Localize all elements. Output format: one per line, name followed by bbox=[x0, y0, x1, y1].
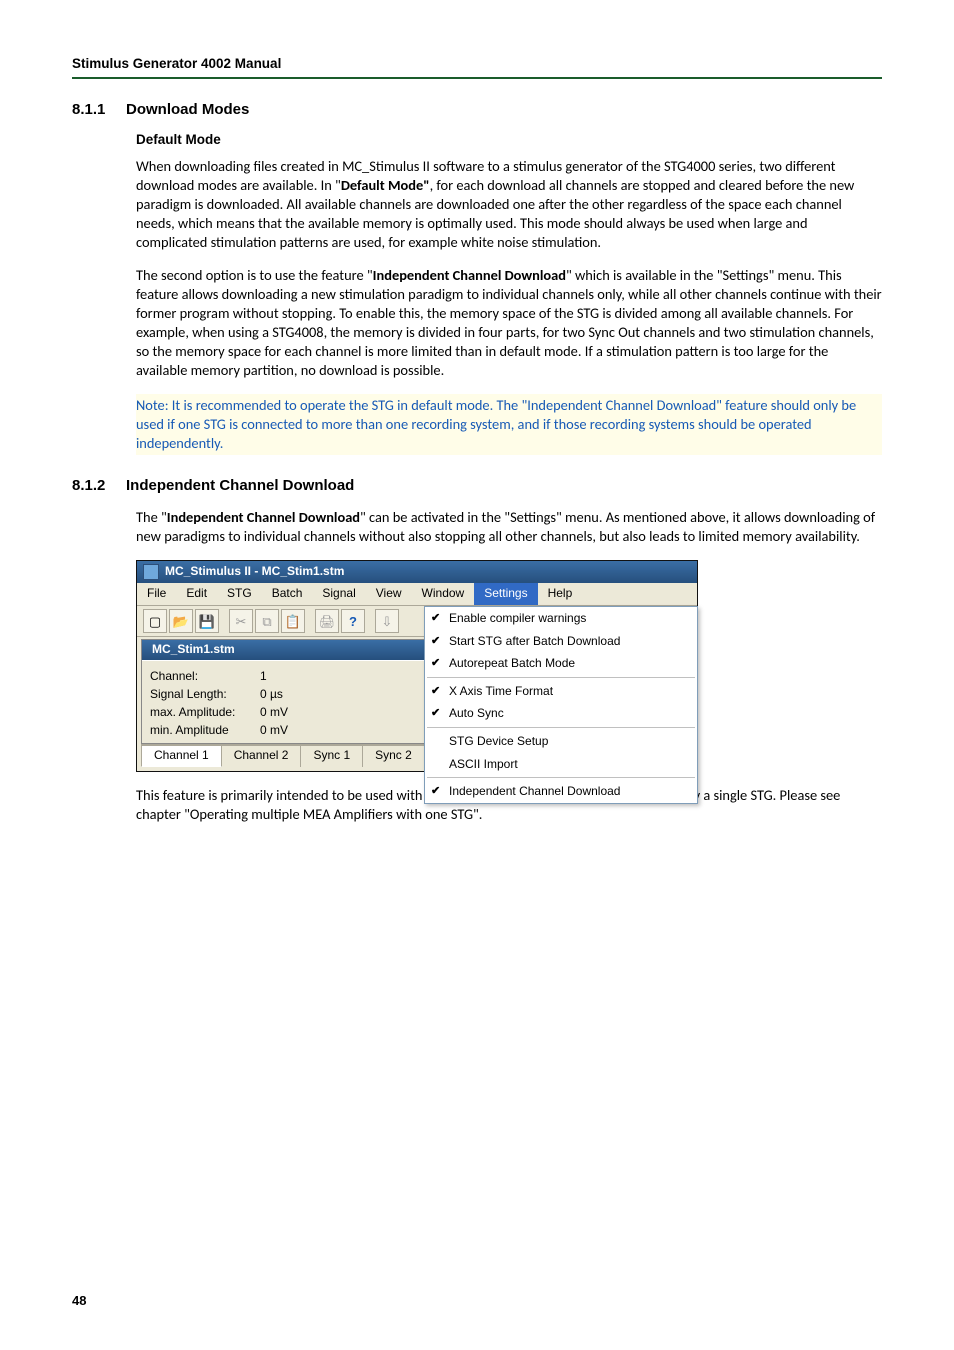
page-number: 48 bbox=[72, 1293, 86, 1308]
settings-dropdown: ✔ Enable compiler warnings ✔ Start STG a… bbox=[424, 606, 698, 804]
menu-signal[interactable]: Signal bbox=[312, 583, 365, 605]
menuitem-label: STG Device Setup bbox=[449, 732, 548, 751]
subheading-default-mode: Default Mode bbox=[136, 132, 882, 147]
label-channel: Channel: bbox=[150, 667, 250, 685]
menuitem-label: Start STG after Batch Download bbox=[449, 632, 620, 651]
menuitem-auto-sync[interactable]: ✔ Auto Sync bbox=[425, 702, 697, 725]
help-icon[interactable]: ? bbox=[341, 609, 365, 633]
child-window: MC_Stim1.stm Channel: 1 Signal Length: 0… bbox=[141, 639, 426, 744]
menu-edit[interactable]: Edit bbox=[176, 583, 217, 605]
value-channel: 1 bbox=[260, 667, 267, 685]
running-header: Stimulus Generator 4002 Manual bbox=[72, 56, 882, 79]
heading-title: Independent Channel Download bbox=[126, 477, 354, 494]
titlebar: MC_Stimulus II - MC_Stim1.stm bbox=[137, 561, 697, 583]
paragraph: When downloading files created in MC_Sti… bbox=[136, 157, 882, 252]
label-min-amplitude: min. Amplitude bbox=[150, 721, 250, 739]
new-icon[interactable]: ▢ bbox=[143, 609, 167, 633]
heading-number: 8.1.1 bbox=[72, 101, 126, 118]
heading-number: 8.1.2 bbox=[72, 477, 126, 494]
info-row: Channel: 1 bbox=[150, 667, 417, 685]
text-bold: Independent Channel Download bbox=[167, 508, 360, 526]
tab-sync-2[interactable]: Sync 2 bbox=[362, 745, 425, 767]
copy-icon[interactable]: ⧉ bbox=[255, 609, 279, 633]
tab-channel-1[interactable]: Channel 1 bbox=[141, 745, 222, 767]
app-icon bbox=[143, 564, 159, 580]
menuitem-label: Auto Sync bbox=[449, 704, 504, 723]
paragraph: The second option is to use the feature … bbox=[136, 266, 882, 380]
value-max-amplitude: 0 mV bbox=[260, 703, 288, 721]
tab-channel-2[interactable]: Channel 2 bbox=[221, 745, 302, 767]
heading-title: Download Modes bbox=[126, 101, 249, 118]
paragraph: The "Independent Channel Download" can b… bbox=[136, 508, 882, 546]
menuitem-independent-channel-download[interactable]: ✔ Independent Channel Download bbox=[425, 780, 697, 803]
paste-icon[interactable]: 📋 bbox=[281, 609, 305, 633]
child-body: Channel: 1 Signal Length: 0 µs max. Ampl… bbox=[142, 660, 425, 743]
save-icon[interactable]: 💾 bbox=[195, 609, 219, 633]
menu-file[interactable]: File bbox=[137, 583, 176, 605]
app-window: MC_Stimulus II - MC_Stim1.stm File Edit … bbox=[136, 560, 698, 771]
menu-window[interactable]: Window bbox=[412, 583, 475, 605]
tab-strip: Channel 1 Channel 2 Sync 1 Sync 2 bbox=[141, 744, 426, 767]
menuitem-label: ASCII Import bbox=[449, 755, 518, 774]
info-row: max. Amplitude: 0 mV bbox=[150, 703, 417, 721]
info-row: min. Amplitude 0 mV bbox=[150, 721, 417, 739]
menuitem-label: Autorepeat Batch Mode bbox=[449, 654, 575, 673]
heading-8-1-2: 8.1.2Independent Channel Download bbox=[72, 477, 882, 494]
menu-separator bbox=[427, 777, 695, 778]
menu-stg[interactable]: STG bbox=[217, 583, 262, 605]
menuitem-enable-compiler-warnings[interactable]: ✔ Enable compiler warnings bbox=[425, 607, 697, 630]
menuitem-label: Enable compiler warnings bbox=[449, 609, 586, 628]
window-title: MC_Stimulus II - MC_Stim1.stm bbox=[165, 564, 344, 580]
check-icon: ✔ bbox=[431, 783, 440, 800]
menuitem-start-stg-after-batch[interactable]: ✔ Start STG after Batch Download bbox=[425, 630, 697, 653]
text-bold: Independent Channel Download bbox=[373, 266, 566, 284]
check-icon: ✔ bbox=[431, 705, 440, 722]
print-icon[interactable]: 🖨 bbox=[315, 609, 339, 633]
open-icon[interactable]: 📂 bbox=[169, 609, 193, 633]
text: The second option is to use the feature … bbox=[136, 266, 373, 284]
menubar: File Edit STG Batch Signal View Window S… bbox=[137, 583, 697, 606]
menuitem-label: X Axis Time Format bbox=[449, 682, 553, 701]
menuitem-autorepeat-batch[interactable]: ✔ Autorepeat Batch Mode bbox=[425, 652, 697, 675]
check-icon: ✔ bbox=[431, 610, 440, 627]
menuitem-label: Independent Channel Download bbox=[449, 782, 620, 801]
value-min-amplitude: 0 mV bbox=[260, 721, 288, 739]
text-bold: Default Mode" bbox=[341, 176, 430, 194]
note-callout: Note: It is recommended to operate the S… bbox=[136, 394, 882, 455]
menu-settings[interactable]: Settings bbox=[474, 583, 537, 605]
tab-sync-1[interactable]: Sync 1 bbox=[300, 745, 363, 767]
label-signal-length: Signal Length: bbox=[150, 685, 250, 703]
menu-separator bbox=[427, 727, 695, 728]
value-signal-length: 0 µs bbox=[260, 685, 283, 703]
label-max-amplitude: max. Amplitude: bbox=[150, 703, 250, 721]
menu-separator bbox=[427, 677, 695, 678]
check-icon: ✔ bbox=[431, 633, 440, 650]
menuitem-ascii-import[interactable]: ASCII Import bbox=[425, 753, 697, 776]
menu-help[interactable]: Help bbox=[538, 583, 583, 605]
menuitem-stg-device-setup[interactable]: STG Device Setup bbox=[425, 730, 697, 753]
info-row: Signal Length: 0 µs bbox=[150, 685, 417, 703]
menu-view[interactable]: View bbox=[366, 583, 412, 605]
child-titlebar: MC_Stim1.stm bbox=[142, 640, 425, 660]
menu-batch[interactable]: Batch bbox=[262, 583, 313, 605]
download-icon[interactable]: ⇩ bbox=[375, 609, 399, 633]
heading-8-1-1: 8.1.1Download Modes bbox=[72, 101, 882, 118]
check-icon: ✔ bbox=[431, 683, 440, 700]
check-icon: ✔ bbox=[431, 655, 440, 672]
menuitem-x-axis-time-format[interactable]: ✔ X Axis Time Format bbox=[425, 680, 697, 703]
cut-icon[interactable]: ✂ bbox=[229, 609, 253, 633]
text: The " bbox=[136, 508, 167, 526]
child-window-title: MC_Stim1.stm bbox=[152, 642, 235, 658]
